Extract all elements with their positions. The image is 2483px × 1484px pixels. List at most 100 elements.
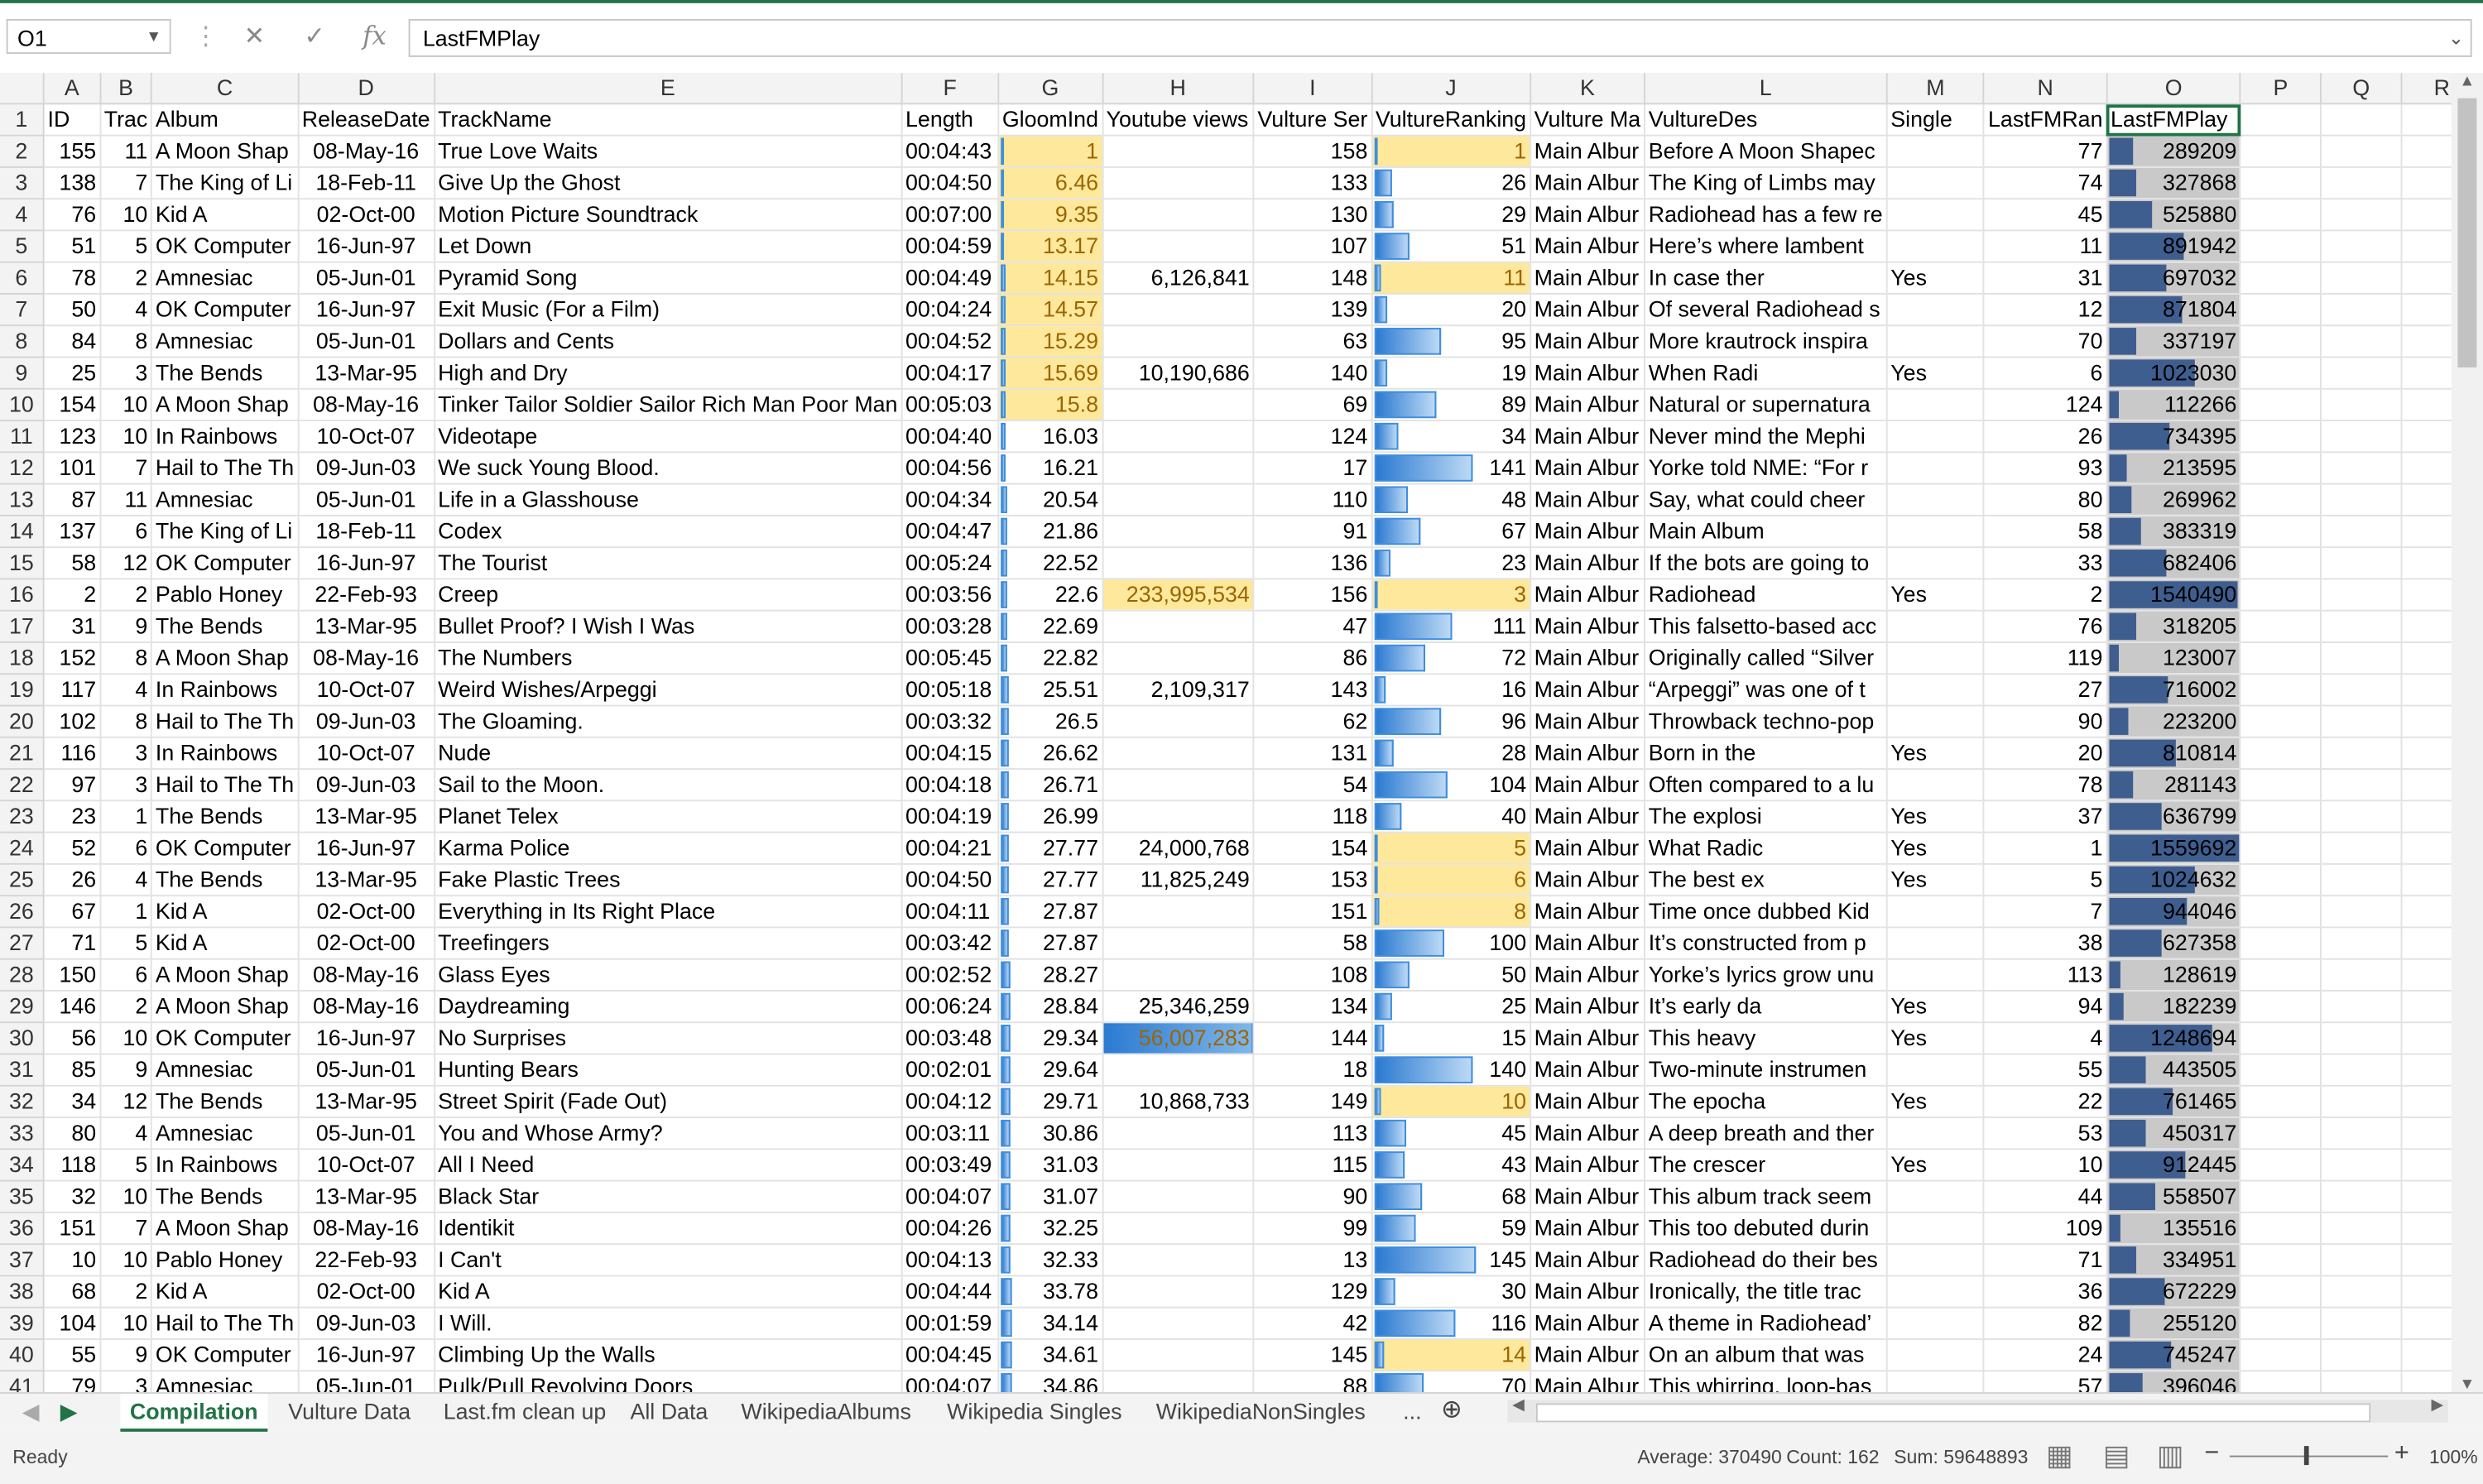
cell-e[interactable]: Nude: [434, 737, 903, 771]
column-header-o[interactable]: O: [2106, 73, 2242, 105]
cell-o[interactable]: 327868: [2106, 166, 2242, 200]
cell-l[interactable]: If the bots are going to: [1644, 547, 1888, 580]
page-layout-icon[interactable]: ▤: [2103, 1439, 2130, 1472]
cell-e[interactable]: No Surprises: [434, 1022, 903, 1055]
cell-g[interactable]: 20.54: [998, 483, 1103, 516]
cell-d[interactable]: 05-Jun-01: [297, 325, 435, 358]
cell-n[interactable]: 27: [1984, 674, 2108, 707]
cell-p[interactable]: [2240, 863, 2322, 897]
cell-i[interactable]: 153: [1253, 863, 1373, 897]
cell-m[interactable]: [1886, 420, 1986, 454]
cell-n[interactable]: 20: [1984, 737, 2108, 771]
cell-d[interactable]: 18-Feb-11: [297, 515, 435, 549]
cell-q[interactable]: [2320, 1149, 2403, 1182]
cell-k[interactable]: Main Albur: [1530, 579, 1645, 612]
cell-h[interactable]: [1102, 1212, 1255, 1246]
cell-i[interactable]: 129: [1253, 1275, 1373, 1309]
cell-i[interactable]: 91: [1253, 515, 1373, 549]
cell-h[interactable]: [1102, 325, 1255, 358]
vertical-scroll-thumb[interactable]: [2457, 98, 2477, 367]
cell-i[interactable]: 42: [1253, 1307, 1373, 1340]
cell-p[interactable]: [2240, 1117, 2322, 1150]
cell-m[interactable]: [1886, 293, 1986, 327]
cell-i[interactable]: Vulture Ser: [1253, 103, 1373, 137]
cell-b[interactable]: 12: [99, 1085, 153, 1119]
row-header[interactable]: 5: [0, 230, 45, 263]
cell-i[interactable]: 158: [1253, 135, 1373, 168]
cell-l[interactable]: It’s constructed from p: [1644, 927, 1888, 960]
page-break-icon[interactable]: ▥: [2157, 1439, 2184, 1472]
cell-o[interactable]: 734395: [2106, 420, 2242, 454]
cell-c[interactable]: Amnesiac: [151, 325, 299, 358]
cell-g[interactable]: 27.77: [998, 832, 1103, 865]
cell-m[interactable]: [1886, 958, 1986, 992]
cell-j[interactable]: 15: [1371, 1022, 1531, 1055]
cell-f[interactable]: 00:04:47: [901, 515, 1000, 549]
cell-k[interactable]: Main Albur: [1530, 1307, 1645, 1340]
cell-n[interactable]: 33: [1984, 547, 2108, 580]
cell-f[interactable]: 00:04:59: [901, 230, 1000, 263]
cell-n[interactable]: 36: [1984, 1275, 2108, 1309]
cell-j[interactable]: 20: [1371, 293, 1531, 327]
cell-d[interactable]: 08-May-16: [297, 641, 435, 675]
cell-h[interactable]: [1102, 293, 1255, 327]
cell-c[interactable]: Hail to The Th: [151, 452, 299, 485]
cell-i[interactable]: 124: [1253, 420, 1373, 454]
cell-a[interactable]: 10: [43, 1244, 101, 1277]
cell-i[interactable]: 139: [1253, 293, 1373, 327]
cell-n[interactable]: 78: [1984, 769, 2108, 802]
cell-q[interactable]: [2320, 1307, 2403, 1340]
row-header[interactable]: 8: [0, 325, 45, 358]
cell-o[interactable]: 682406: [2106, 547, 2242, 580]
cell-i[interactable]: 149: [1253, 1085, 1373, 1119]
cell-n[interactable]: 12: [1984, 293, 2108, 327]
cell-p[interactable]: [2240, 230, 2322, 263]
cell-k[interactable]: Main Albur: [1530, 1054, 1645, 1087]
cell-g[interactable]: 9.35: [998, 199, 1103, 232]
cell-h[interactable]: [1102, 483, 1255, 516]
cell-a[interactable]: 52: [43, 832, 101, 865]
cell-j[interactable]: 45: [1371, 1117, 1531, 1150]
column-header-l[interactable]: L: [1644, 73, 1888, 105]
cell-k[interactable]: Main Albur: [1530, 769, 1645, 802]
cell-i[interactable]: 143: [1253, 674, 1373, 707]
cell-c[interactable]: A Moon Shap: [151, 135, 299, 168]
row-header[interactable]: 1: [0, 103, 45, 137]
cell-e[interactable]: Motion Picture Soundtrack: [434, 199, 903, 232]
cell-m[interactable]: [1886, 166, 1986, 200]
cell-l[interactable]: The explosi: [1644, 800, 1888, 833]
cell-n[interactable]: 93: [1984, 452, 2108, 485]
cell-k[interactable]: Main Albur: [1530, 515, 1645, 549]
cell-d[interactable]: 09-Jun-03: [297, 1307, 435, 1340]
cell-k[interactable]: Main Albur: [1530, 1275, 1645, 1309]
row-header[interactable]: 18: [0, 641, 45, 675]
cell-k[interactable]: Main Albur: [1530, 1244, 1645, 1277]
cell-j[interactable]: 8: [1371, 896, 1531, 929]
cell-q[interactable]: [2320, 1180, 2403, 1213]
sheet-tab[interactable]: Compilation: [120, 1393, 268, 1432]
cell-m[interactable]: Yes: [1886, 990, 1986, 1024]
cell-c[interactable]: A Moon Shap: [151, 641, 299, 675]
horizontal-scroll-thumb[interactable]: [1535, 1403, 2371, 1423]
row-header[interactable]: 37: [0, 1244, 45, 1277]
cell-a[interactable]: 25: [43, 357, 101, 390]
row-header[interactable]: 23: [0, 800, 45, 833]
cell-p[interactable]: [2240, 452, 2322, 485]
cell-a[interactable]: 26: [43, 863, 101, 897]
cell-e[interactable]: Exit Music (For a Film): [434, 293, 903, 327]
cell-j[interactable]: 72: [1371, 641, 1531, 675]
cell-p[interactable]: [2240, 1149, 2322, 1182]
cell-o[interactable]: 128619: [2106, 958, 2242, 992]
cell-l[interactable]: It’s early da: [1644, 990, 1888, 1024]
sheet-tab[interactable]: WikipediaNonSingles: [1146, 1394, 1375, 1429]
cell-b[interactable]: 10: [99, 1307, 153, 1340]
cell-h[interactable]: [1102, 515, 1255, 549]
cell-d[interactable]: 13-Mar-95: [297, 610, 435, 643]
column-header-c[interactable]: C: [151, 73, 299, 105]
cell-i[interactable]: 115: [1253, 1149, 1373, 1182]
cell-m[interactable]: [1886, 1117, 1986, 1150]
cell-a[interactable]: 102: [43, 705, 101, 738]
cell-g[interactable]: 14.15: [998, 262, 1103, 295]
cell-i[interactable]: 136: [1253, 547, 1373, 580]
cell-j[interactable]: 43: [1371, 1149, 1531, 1182]
